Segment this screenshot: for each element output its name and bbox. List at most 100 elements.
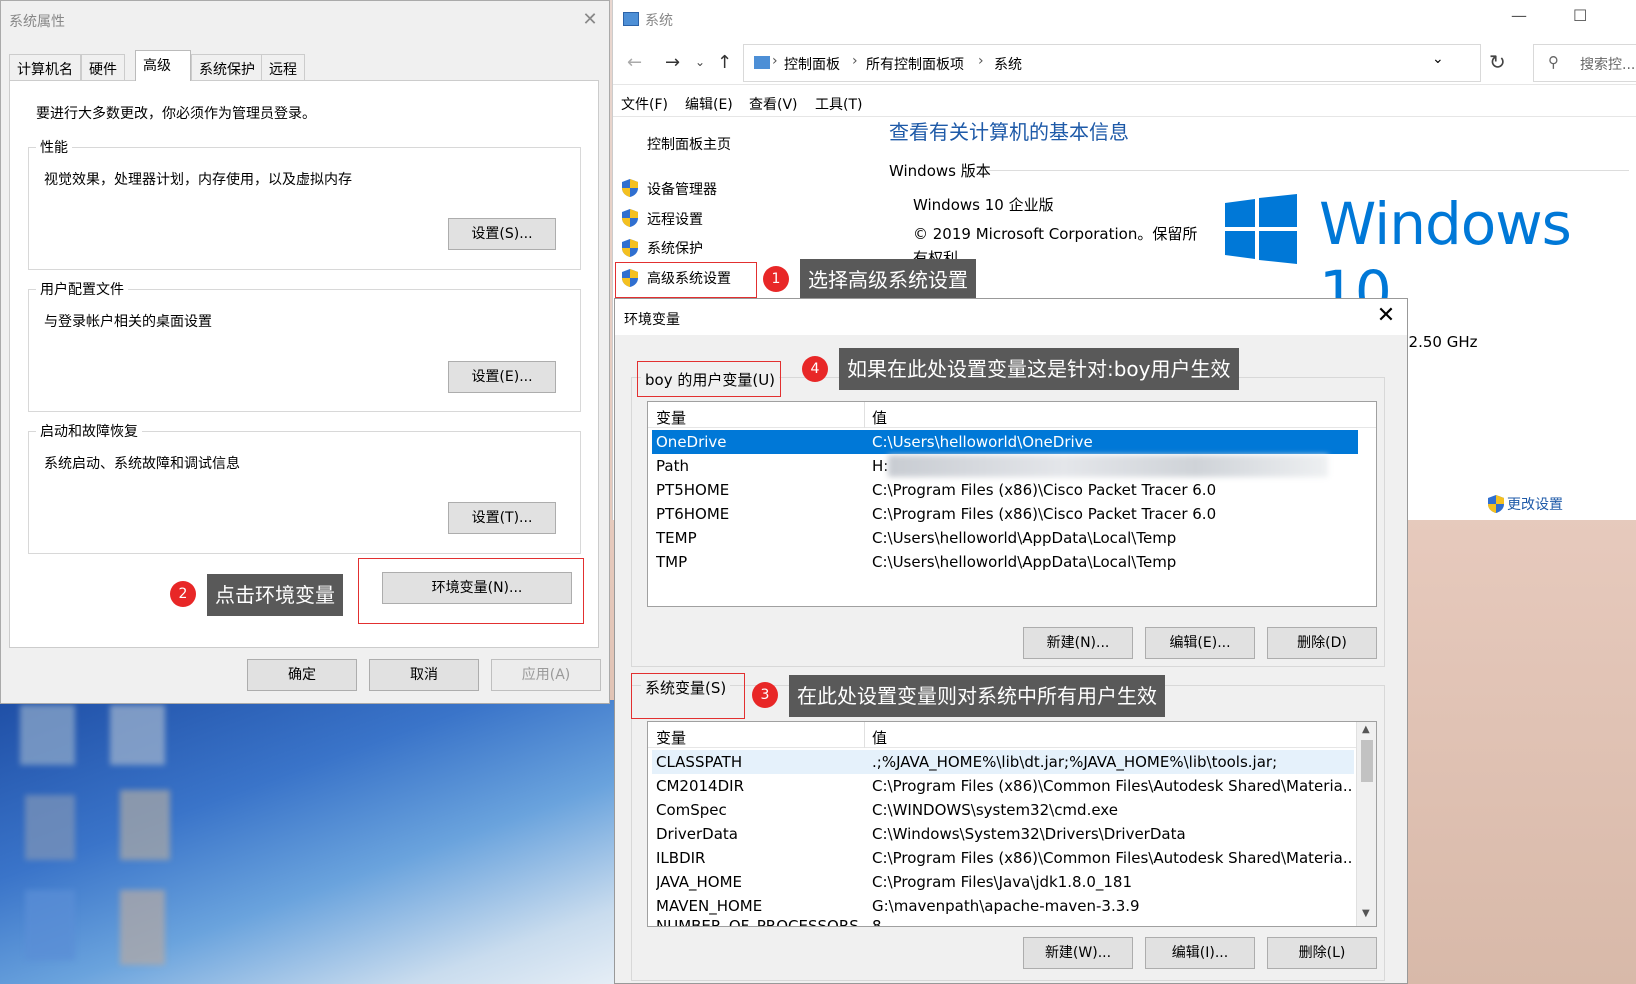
variable-name: CLASSPATH [656, 753, 743, 771]
back-arrow-icon[interactable]: ← [627, 52, 642, 73]
scrollbar-thumb[interactable] [1361, 740, 1373, 782]
desktop-icon[interactable] [120, 890, 165, 965]
scroll-up-icon[interactable]: ▲ [1362, 724, 1370, 735]
annotation-badge-4: 4 [802, 356, 828, 382]
dialog-titlebar [615, 299, 1407, 335]
breadcrumb-separator: › [852, 53, 858, 69]
user-new-button[interactable]: 新建(N)... [1023, 627, 1133, 659]
sidebar-item-remote-settings[interactable]: 远程设置 [647, 209, 703, 229]
table-row[interactable]: TMP C:\Users\helloworld\AppData\Local\Te… [652, 550, 1358, 574]
scroll-down-icon[interactable]: ▼ [1362, 908, 1370, 919]
table-row[interactable]: ComSpec C:\WINDOWS\system32\cmd.exe [652, 798, 1354, 822]
menu-tools[interactable]: 工具(T) [815, 94, 862, 114]
table-row[interactable]: MAVEN_HOME G:\mavenpath\apache-maven-3.3… [652, 894, 1354, 918]
variable-value: C:\Program Files\Java\jdk1.8.0_181 [872, 873, 1133, 891]
breadcrumb-control-panel[interactable]: 控制面板 [784, 54, 840, 74]
table-row[interactable]: Path H: [652, 454, 1358, 478]
search-placeholder[interactable]: 搜索控... [1580, 54, 1635, 74]
chevron-down-icon[interactable]: ⌄ [1432, 51, 1444, 67]
menu-file[interactable]: 文件(F) [621, 94, 668, 114]
tab-advanced[interactable]: 高级 [135, 50, 191, 81]
table-row[interactable]: ILBDIR C:\Program Files (x86)\Common Fil… [652, 846, 1354, 870]
apply-button[interactable]: 应用(A) [491, 659, 601, 691]
address-bar[interactable]: › 控制面板 › 所有控制面板项 › 系统 ⌄ [743, 44, 1481, 82]
user-variables-list[interactable]: 变量 值 OneDrive C:\Users\helloworld\OneDri… [647, 401, 1377, 607]
list-header: 变量 值 [648, 722, 1356, 748]
sidebar-control-panel-home[interactable]: 控制面板主页 [647, 134, 731, 154]
close-button[interactable]: ✕ [1371, 301, 1401, 331]
table-row[interactable]: PT6HOME C:\Program Files (x86)\Cisco Pac… [652, 502, 1358, 526]
refresh-icon[interactable]: ↻ [1489, 50, 1506, 74]
redacted-value [888, 455, 1328, 477]
system-window-icon [623, 12, 639, 26]
tab-hardware[interactable]: 硬件 [81, 54, 125, 80]
desktop-icon[interactable] [25, 795, 75, 860]
table-row[interactable]: DriverData C:\Windows\System32\Drivers\D… [652, 822, 1354, 846]
column-divider [864, 402, 865, 428]
shield-icon [1488, 495, 1504, 513]
variable-name: MAVEN_HOME [656, 897, 763, 915]
recent-dropdown-icon[interactable]: ⌄ [695, 55, 705, 69]
change-settings-link[interactable]: 更改设置 [1507, 494, 1563, 514]
desktop-icon[interactable] [25, 890, 75, 960]
page-title: 查看有关计算机的基本信息 [889, 120, 1129, 144]
variable-value: C:\Users\helloworld\OneDrive [872, 433, 1093, 451]
table-row[interactable]: NUMBER_OF_PROCESSORS 8 [652, 918, 1354, 926]
close-button[interactable]: ✕ [579, 9, 601, 31]
variable-name: OneDrive [656, 433, 727, 451]
desktop-icon[interactable] [20, 705, 75, 765]
variable-name: TMP [656, 553, 688, 571]
breadcrumb-all-items[interactable]: 所有控制面板项 [866, 54, 964, 74]
table-row[interactable]: PT5HOME C:\Program Files (x86)\Cisco Pac… [652, 478, 1358, 502]
tab-computer-name[interactable]: 计算机名 [9, 54, 81, 80]
desktop-wallpaper-sky [0, 700, 620, 984]
menu-edit[interactable]: 编辑(E) [685, 94, 733, 114]
breadcrumb-system[interactable]: 系统 [994, 54, 1022, 74]
desktop-icon[interactable] [110, 705, 165, 765]
sidebar-item-system-protection[interactable]: 系统保护 [647, 238, 703, 258]
up-arrow-icon[interactable]: ↑ [717, 52, 732, 73]
startup-recovery-settings-button[interactable]: 设置(T)... [448, 502, 556, 534]
table-row[interactable]: CLASSPATH .;%JAVA_HOME%\lib\dt.jar;%JAVA… [652, 750, 1354, 774]
column-header-value[interactable]: 值 [872, 407, 887, 428]
variable-value: C:\Program Files (x86)\Common Files\Auto… [872, 849, 1352, 867]
windows-logo-icon [1225, 194, 1297, 264]
column-header-variable[interactable]: 变量 [656, 727, 686, 748]
menu-view[interactable]: 查看(V) [749, 94, 798, 114]
sidebar-item-device-manager[interactable]: 设备管理器 [647, 179, 717, 199]
minimize-button[interactable]: — [1511, 6, 1527, 25]
search-box[interactable]: ⚲ 搜索控... [1533, 44, 1636, 82]
variable-name: JAVA_HOME [656, 873, 743, 891]
annotation-tip-2: 点击环境变量 [207, 574, 343, 616]
startup-recovery-label: 启动和故障恢复 [36, 421, 142, 441]
cancel-button[interactable]: 取消 [369, 659, 479, 691]
column-header-variable[interactable]: 变量 [656, 407, 686, 428]
table-row[interactable]: TEMP C:\Users\helloworld\AppData\Local\T… [652, 526, 1358, 550]
system-edit-button[interactable]: 编辑(I)... [1145, 937, 1255, 969]
user-profiles-desc: 与登录帐户相关的桌面设置 [44, 314, 212, 330]
system-variables-list[interactable]: 变量 值 CLASSPATH .;%JAVA_HOME%\lib\dt.jar;… [647, 721, 1377, 927]
column-header-value[interactable]: 值 [872, 727, 887, 748]
divider [613, 84, 1636, 85]
user-profiles-settings-button[interactable]: 设置(E)... [448, 361, 556, 393]
tab-system-protection[interactable]: 系统保护 [191, 54, 263, 80]
user-profiles-label: 用户配置文件 [36, 279, 128, 299]
list-header: 变量 值 [648, 402, 1376, 428]
table-row[interactable]: CM2014DIR C:\Program Files (x86)\Common … [652, 774, 1354, 798]
user-delete-button[interactable]: 删除(D) [1267, 627, 1377, 659]
maximize-button[interactable]: ☐ [1573, 6, 1587, 25]
variable-value: C:\Program Files (x86)\Cisco Packet Trac… [872, 481, 1217, 499]
forward-arrow-icon[interactable]: → [665, 52, 680, 73]
performance-settings-button[interactable]: 设置(S)... [448, 218, 556, 250]
desktop-icon[interactable] [120, 790, 170, 860]
variable-name: PT6HOME [656, 505, 730, 523]
startup-recovery-group [28, 431, 581, 554]
tab-remote[interactable]: 远程 [261, 54, 305, 80]
user-edit-button[interactable]: 编辑(E)... [1145, 627, 1255, 659]
table-row[interactable]: OneDrive C:\Users\helloworld\OneDrive [652, 430, 1358, 454]
system-delete-button[interactable]: 删除(L) [1267, 937, 1377, 969]
ok-button[interactable]: 确定 [247, 659, 357, 691]
table-row[interactable]: JAVA_HOME C:\Program Files\Java\jdk1.8.0… [652, 870, 1354, 894]
system-new-button[interactable]: 新建(W)... [1023, 937, 1133, 969]
vertical-scrollbar[interactable]: ▲ ▼ [1356, 722, 1376, 926]
